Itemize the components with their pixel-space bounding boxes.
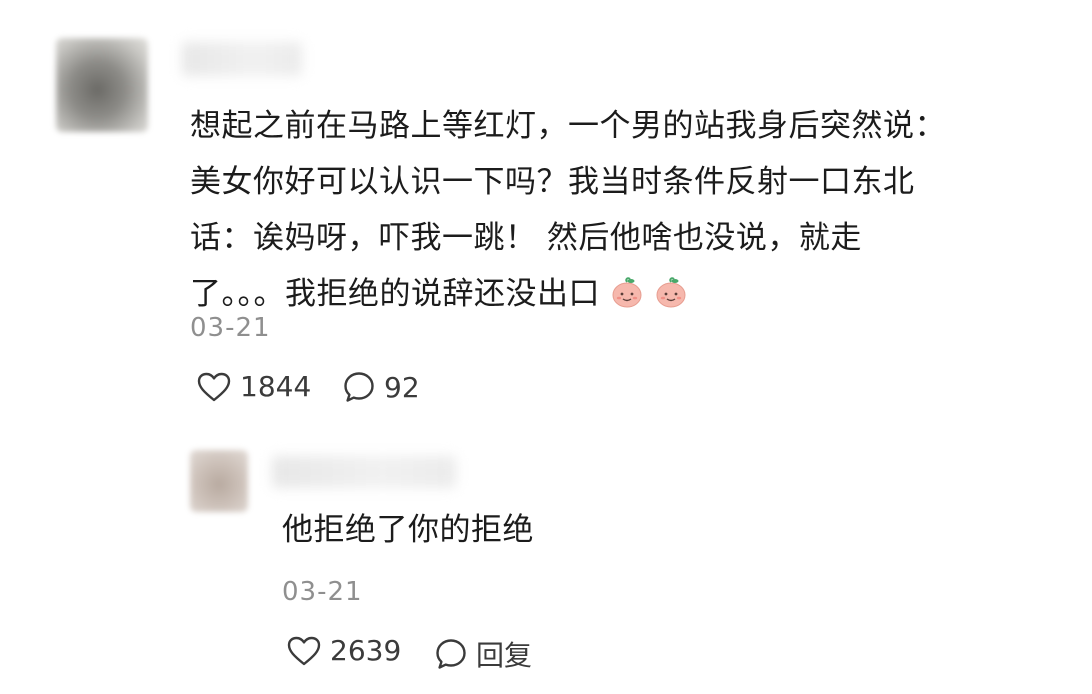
speech-bubble-icon [436,639,466,669]
reply-label: 回复 [476,639,533,672]
speech-bubble-icon [344,372,374,402]
comment-line: 想起之前在马路上等红灯，一个男的站我身后突然说： [190,108,946,144]
reply-username-blurred[interactable] [272,456,456,488]
reply-text: 他拒绝了你的拒绝 [282,512,534,548]
comment-text: 想起之前在马路上等红灯，一个男的站我身后突然说： 美女你好可以认识一下吗？我当时… [190,98,1020,322]
comment-date: 03-21 [190,313,271,343]
reply-date: 03-21 [282,577,363,607]
comment-line-text: 了。。。我拒绝的说辞还没出口 [190,276,600,312]
reply-like-count: 2639 [330,634,402,667]
reply-like-button[interactable]: 2639 [286,634,401,667]
username-blurred[interactable] [182,42,302,76]
reply-count: 92 [384,370,420,404]
comment-line: 话：诶妈呀，吓我一跳！ 然后他啥也没说，就走 [190,220,862,256]
comment-line: 了。。。我拒绝的说辞还没出口 [190,266,1020,322]
like-button[interactable]: 1844 [196,370,311,403]
user-avatar[interactable] [56,38,148,132]
reply-to-reply-button[interactable]: 回复 [434,634,532,674]
comment-line: 美女你好可以认识一下吗？我当时条件反射一口东北 [190,164,915,200]
like-count: 1844 [240,370,312,403]
reply-user-avatar[interactable] [190,450,248,512]
heart-outline-icon [287,636,321,665]
reply-button[interactable]: 92 [342,370,420,404]
peach-face-emoji-icon [610,271,644,308]
peach-face-emoji-icon [654,271,688,308]
heart-outline-icon [197,372,231,401]
